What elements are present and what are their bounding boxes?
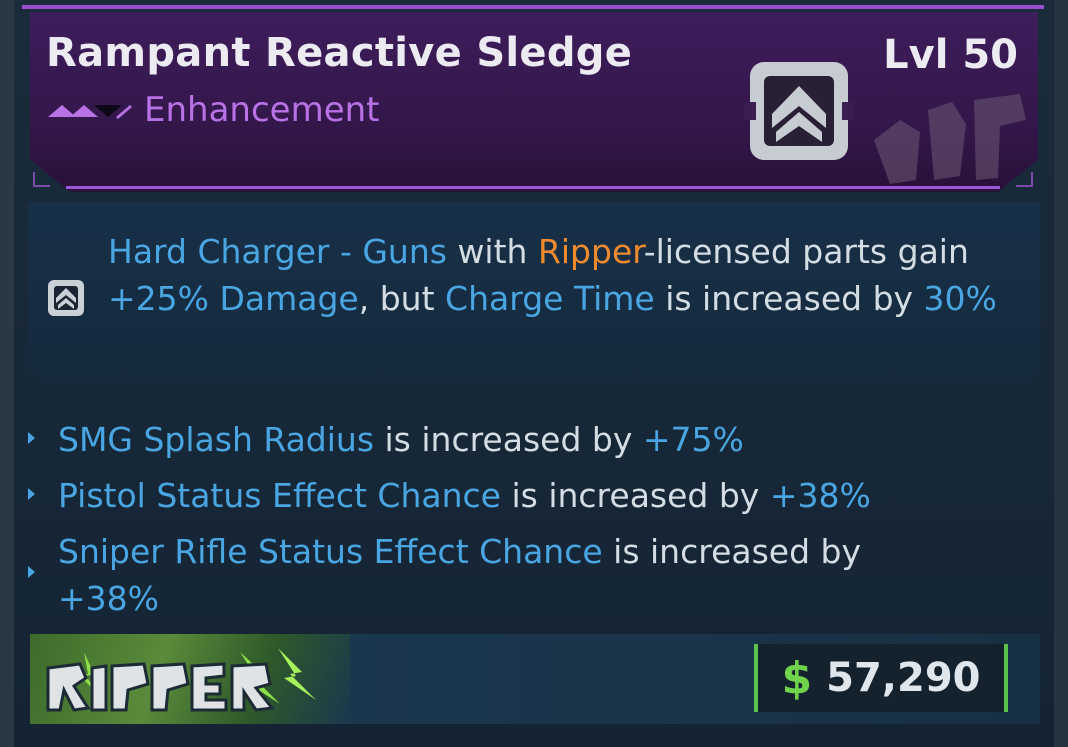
stat-bullet-icon [28, 566, 35, 578]
stat-line: SMG Splash Radius is increased by +75% [58, 416, 958, 463]
stat-value: +38% [58, 579, 159, 618]
perk-keyword: Guns [362, 232, 447, 271]
item-name: Rampant Reactive Sledge [46, 30, 633, 76]
stat-text: is increased by [500, 476, 770, 515]
rarity-label: Enhancement [144, 90, 380, 130]
card-frame-right [1054, 0, 1068, 747]
perk-text: -licensed parts gain [643, 232, 969, 271]
perk-text: is increased by [654, 279, 924, 318]
corner-mark-left [33, 172, 50, 187]
stat-name: Sniper Rifle Status Effect Chance [58, 532, 603, 571]
stat-line: Pistol Status Effect Chance is increased… [58, 472, 958, 519]
perk-separator: - [329, 232, 363, 271]
manufacturer-logo [40, 646, 340, 720]
card-frame-left [0, 0, 14, 747]
stat-text: is increased by [602, 532, 862, 571]
stat-name: SMG Splash Radius [58, 420, 375, 459]
manufacturer-watermark-icon [870, 80, 1030, 194]
perk-text: with [446, 232, 538, 271]
perk-keyword: Charge Time [445, 279, 655, 318]
stat-text: is increased by [374, 420, 643, 459]
item-card: Rampant Reactive Sledge Lvl 50 Enhanceme… [0, 0, 1068, 747]
rarity-row: Enhancement [46, 90, 380, 130]
perk-name: Hard Charger [108, 232, 330, 271]
perk-keyword: +25% Damage [108, 279, 359, 318]
stat-bullet-icon [28, 432, 35, 444]
stat-name: Pistol Status Effect Chance [58, 476, 501, 515]
item-level: Lvl 50 [883, 32, 1018, 78]
top-accent-strip [22, 5, 1044, 9]
perk-text: , but [358, 279, 446, 318]
price-display: $ 57,290 [754, 644, 1008, 712]
dollar-icon: $ [781, 652, 813, 704]
perk-value: 30% [923, 279, 997, 318]
stat-value: +75% [642, 420, 744, 459]
price-value: 57,290 [826, 655, 981, 701]
stat-line: Sniper Rifle Status Effect Chance is inc… [58, 528, 918, 622]
chevron-up-emblem-icon [744, 56, 854, 170]
header-divider [66, 186, 1000, 189]
stat-bullet-icon [28, 488, 35, 500]
stat-value: +38% [769, 476, 871, 515]
perk-manufacturer: Ripper [537, 232, 644, 271]
rarity-triangles-icon [46, 99, 134, 121]
perk-description: Hard Charger - Guns with Ripper-licensed… [108, 228, 1013, 322]
chevron-up-emblem-icon [46, 278, 86, 322]
